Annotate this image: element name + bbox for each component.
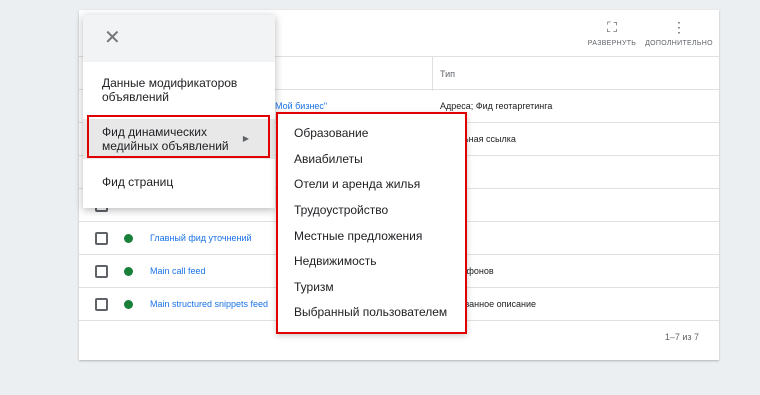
close-icon[interactable]: ✕ bbox=[104, 27, 121, 49]
row-checkbox[interactable] bbox=[95, 232, 108, 245]
submenu-item-jobs[interactable]: Трудоустройство bbox=[294, 203, 388, 217]
pagination-label: 1–7 из 7 bbox=[664, 332, 699, 342]
column-divider bbox=[432, 57, 433, 91]
submenu-item-travel[interactable]: Туризм bbox=[294, 280, 334, 294]
column-header-type[interactable]: Тип bbox=[440, 57, 455, 91]
expand-button[interactable]: ⛶ РАЗВЕРНУТЬ bbox=[577, 18, 647, 50]
submenu-item-local-deals[interactable]: Местные предложения bbox=[294, 229, 422, 243]
more-vert-icon: ⋮ bbox=[672, 19, 686, 35]
expand-label: РАЗВЕРНУТЬ bbox=[587, 40, 637, 47]
highlight-box bbox=[87, 115, 270, 158]
menu-item-ad-modifiers[interactable]: Данные модификаторов объявлений bbox=[83, 76, 275, 104]
feed-name-link[interactable]: Main structured snippets feed bbox=[150, 288, 268, 321]
menu-header: ✕ bbox=[83, 15, 275, 62]
fullscreen-icon: ⛶ bbox=[607, 19, 617, 35]
row-checkbox[interactable] bbox=[95, 298, 108, 311]
more-button[interactable]: ⋮ ДОПОЛНИТЕЛЬНО bbox=[644, 18, 714, 50]
submenu-item-custom[interactable]: Выбранный пользователем bbox=[294, 305, 447, 319]
dynamic-display-submenu: Образование Авиабилеты Отели и аренда жи… bbox=[276, 112, 467, 334]
status-enabled-icon bbox=[124, 300, 133, 309]
add-feed-menu: ✕ Данные модификаторов объявлений Фид ди… bbox=[83, 15, 275, 208]
submenu-item-education[interactable]: Образование bbox=[294, 126, 368, 140]
feed-name-link[interactable]: Main call feed bbox=[150, 255, 206, 288]
row-checkbox[interactable] bbox=[95, 265, 108, 278]
submenu-item-real-estate[interactable]: Недвижимость bbox=[294, 254, 377, 268]
status-enabled-icon bbox=[124, 267, 133, 276]
menu-item-page-feed[interactable]: Фид страниц bbox=[83, 175, 275, 189]
submenu-item-hotels[interactable]: Отели и аренда жилья bbox=[294, 177, 420, 191]
more-label: ДОПОЛНИТЕЛЬНО bbox=[645, 40, 713, 47]
status-enabled-icon bbox=[124, 234, 133, 243]
feed-name-link[interactable]: Главный фид уточнений bbox=[150, 222, 252, 255]
submenu-item-flights[interactable]: Авиабилеты bbox=[294, 152, 363, 166]
